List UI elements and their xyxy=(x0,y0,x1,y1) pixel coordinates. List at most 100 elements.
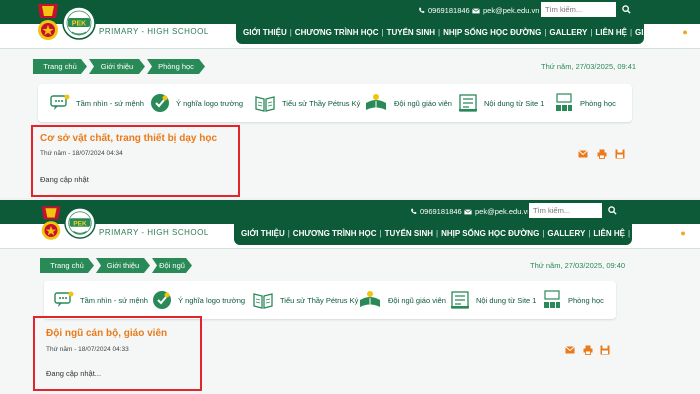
menu-item-label: Đội ngũ giáo viên xyxy=(394,98,452,108)
breadcrumb-home[interactable]: Trang chủ xyxy=(40,258,94,273)
nav-gallery[interactable]: GALLERY xyxy=(546,28,590,37)
search-box xyxy=(540,1,618,18)
nav-nhip-song[interactable]: NHỊP SỐNG HỌC ĐƯỜNG xyxy=(438,229,542,238)
nav-more-dot-icon[interactable]: ● xyxy=(680,228,685,238)
email-address: pek@pek.edu.vn xyxy=(483,6,540,15)
save-icon[interactable] xyxy=(600,345,610,355)
breadcrumb-gioi-thieu[interactable]: Giới thiệu xyxy=(89,59,145,74)
menu-item-label: Ý nghĩa logo trường xyxy=(178,295,246,305)
brand-name: PÉTRUS KÝ xyxy=(98,206,212,227)
email-share-icon[interactable] xyxy=(565,345,575,355)
print-icon[interactable] xyxy=(583,345,593,355)
search-button[interactable] xyxy=(602,202,623,219)
menu-item-site1[interactable]: Nội dung từ Site 1 xyxy=(458,84,544,122)
logo-meaning-icon xyxy=(153,291,171,309)
pek-logo-icon: PEK xyxy=(62,6,96,40)
menu-item-rooms[interactable]: Phòng học xyxy=(554,84,616,122)
main-nav: GIỚI THIỆU | CHƯƠNG TRÌNH HỌC | TUYỂN SINH… xyxy=(236,20,688,44)
content-icon xyxy=(451,291,469,309)
screenshot-top: 0969181846 pek@pek.edu.vn PEK PÉTRUS KÝ … xyxy=(0,0,700,198)
email-contact[interactable]: pek@pek.edu.vn xyxy=(472,6,539,15)
nav-chuong-trinh-hoc[interactable]: CHƯƠNG TRÌNH HỌC xyxy=(292,28,382,37)
biography-icon xyxy=(255,96,275,112)
email-address: pek@pek.edu.vn xyxy=(475,207,532,216)
menu-item-teachers[interactable]: Đội ngũ giáo viên xyxy=(364,84,452,122)
nav-giao-vien[interactable]: GIÁO VIÊN xyxy=(630,229,677,238)
menu-item-biography[interactable]: Tiểu sử Thầy Pétrus Ký xyxy=(252,281,358,319)
brand-tagline: PRIMARY - HIGH SCHOOL xyxy=(99,27,209,36)
svg-text:PEK: PEK xyxy=(72,21,86,28)
search-input[interactable] xyxy=(529,203,603,218)
mail-icon xyxy=(464,208,472,214)
menu-item-label: Đội ngũ giáo viên xyxy=(388,295,446,305)
menu-item-logo-meaning[interactable]: Ý nghĩa logo trường xyxy=(150,84,243,122)
nav-tuyen-sinh[interactable]: TUYỂN SINH xyxy=(384,28,438,37)
screenshot-bottom: 0969181846 pek@pek.edu.vn PEK PÉTRUS KÝ … xyxy=(0,200,700,394)
rooms-icon xyxy=(556,93,572,111)
search-button[interactable] xyxy=(616,1,637,18)
post-body: Đang cập nhật xyxy=(40,175,89,184)
menu-item-label: Phòng học xyxy=(568,295,604,305)
menu-item-label: Phòng học xyxy=(580,98,616,108)
main-nav: GIỚI THIỆU | CHƯƠNG TRÌNH HỌC | TUYỂN SINH… xyxy=(234,221,686,245)
search-input[interactable] xyxy=(541,2,617,17)
phone-number: 0969181846 xyxy=(428,6,470,15)
menu-item-rooms[interactable]: Phòng học xyxy=(542,281,604,319)
breadcrumb-gioi-thieu[interactable]: Giới thiệu xyxy=(96,258,150,273)
menu-item-vision[interactable]: Tầm nhìn - sứ mệnh xyxy=(54,281,148,319)
post-date: Thứ năm - 18/07/2024 04:34 xyxy=(40,150,123,157)
post-title[interactable]: Cơ sở vật chất, trang thiết bị dạy học xyxy=(40,133,217,144)
svg-text:PEK: PEK xyxy=(73,220,87,227)
menu-item-label: Tiểu sử Thầy Pétrus Ký xyxy=(280,295,359,305)
nav-lien-he[interactable]: LIÊN HỆ xyxy=(590,229,628,238)
phone-icon xyxy=(419,7,425,13)
save-icon[interactable] xyxy=(615,149,625,159)
teachers-icon xyxy=(360,291,380,307)
menu-item-biography[interactable]: Tiểu sử Thầy Pétrus Ký xyxy=(254,84,360,122)
school-emblem-icon xyxy=(38,4,58,40)
nav-gallery[interactable]: GALLERY xyxy=(544,229,588,238)
email-share-icon[interactable] xyxy=(578,149,588,159)
current-datetime: Thứ năm, 27/03/2025, 09:41 xyxy=(541,62,637,71)
menu-item-logo-meaning[interactable]: Ý nghĩa logo trường xyxy=(152,281,245,319)
school-emblem-icon xyxy=(41,206,61,240)
menu-item-label: Tầm nhìn - sứ mệnh xyxy=(76,98,144,108)
post-title[interactable]: Đội ngũ cán bộ, giáo viên xyxy=(46,328,167,339)
brand-name: PÉTRUS KÝ xyxy=(98,5,212,26)
nav-tuyen-sinh[interactable]: TUYỂN SINH xyxy=(382,229,436,238)
phone-contact[interactable]: 0969181846 xyxy=(418,6,470,15)
nav-giao-vien[interactable]: GIÁO VIÊN xyxy=(632,28,679,37)
email-contact[interactable]: pek@pek.edu.vn xyxy=(464,207,531,216)
vision-icon xyxy=(50,94,70,110)
search-box xyxy=(528,202,604,219)
nav-gioi-thieu[interactable]: GIỚI THIỆU xyxy=(238,229,288,238)
post-body: Đang cập nhật... xyxy=(46,369,102,378)
phone-contact[interactable]: 0969181846 xyxy=(410,207,462,216)
menu-item-site1[interactable]: Nội dung từ Site 1 xyxy=(450,281,536,319)
phone-number: 0969181846 xyxy=(420,207,462,216)
mail-icon xyxy=(472,7,480,13)
menu-item-label: Tiểu sử Thầy Pétrus Ký xyxy=(282,98,361,108)
menu-item-vision[interactable]: Tầm nhìn - sứ mệnh xyxy=(50,84,144,122)
teachers-icon xyxy=(366,94,386,110)
brand-tagline: PRIMARY - HIGH SCHOOL xyxy=(99,228,209,237)
nav-chuong-trinh-hoc[interactable]: CHƯƠNG TRÌNH HỌC xyxy=(290,229,380,238)
print-icon[interactable] xyxy=(597,149,607,159)
nav-nhip-song[interactable]: NHỊP SỐNG HỌC ĐƯỜNG xyxy=(440,28,544,37)
breadcrumb-current[interactable]: Phòng học xyxy=(147,59,205,74)
menu-item-label: Nội dung từ Site 1 xyxy=(484,98,545,108)
breadcrumb-current[interactable]: Đội ngũ xyxy=(152,258,192,273)
vision-icon xyxy=(54,291,74,307)
logo-meaning-icon xyxy=(151,94,169,112)
search-icon xyxy=(608,206,617,215)
nav-lien-he[interactable]: LIÊN HỆ xyxy=(592,28,630,37)
phone-icon xyxy=(411,208,417,214)
menu-item-label: Tầm nhìn - sứ mệnh xyxy=(80,295,148,305)
breadcrumb-home[interactable]: Trang chủ xyxy=(33,59,87,74)
post-date: Thứ năm - 18/07/2024 04:33 xyxy=(46,346,129,353)
nav-gioi-thieu[interactable]: GIỚI THIỆU xyxy=(240,28,290,37)
menu-item-teachers[interactable]: Đội ngũ giáo viên xyxy=(358,281,446,319)
current-datetime: Thứ năm, 27/03/2025, 09:40 xyxy=(530,261,626,270)
biography-icon xyxy=(253,293,273,309)
nav-more-dot-icon[interactable]: ● xyxy=(682,27,687,37)
